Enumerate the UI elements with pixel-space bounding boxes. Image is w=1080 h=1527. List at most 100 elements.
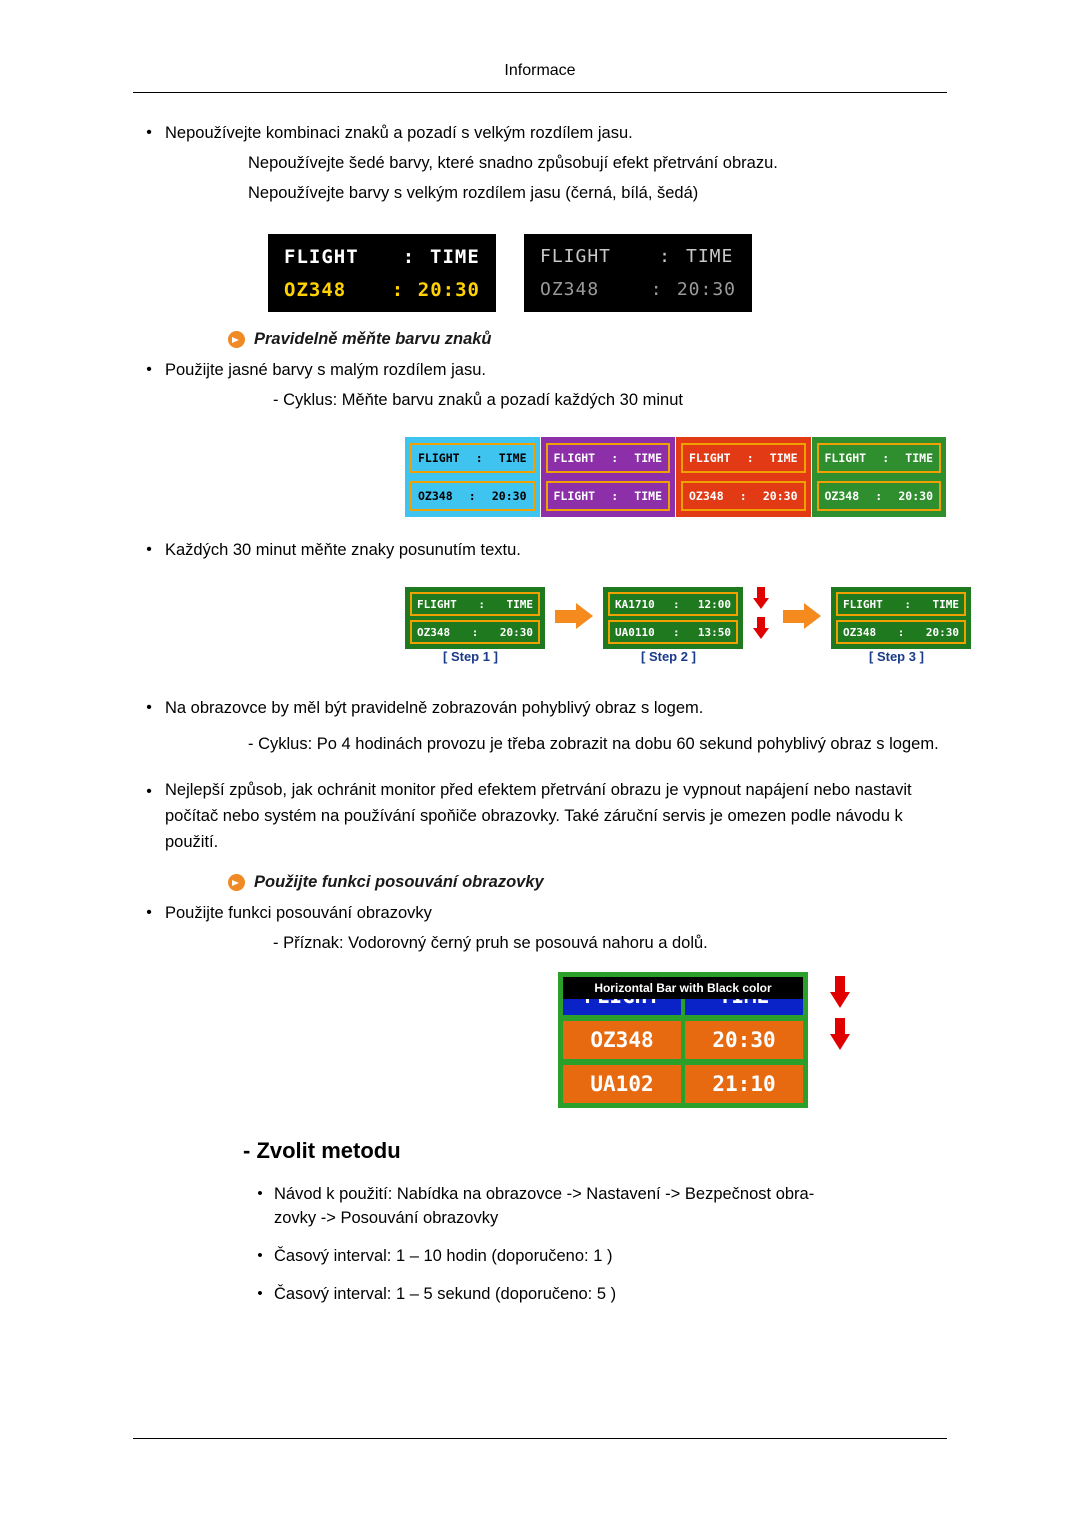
purple-row1-right: TIME	[634, 451, 662, 465]
power-bullet-text: Nejlepší způsob, jak ochránit monitor př…	[165, 781, 912, 851]
bullet-glyph: •	[257, 1247, 263, 1264]
bullet-glyph: •	[146, 699, 152, 716]
method-item-3-text: Časový interval: 1 – 5 sekund (doporučen…	[274, 1285, 617, 1303]
figure-contrast-boards: FLIGHT : TIME OZ348 : 20:30 FLIGHT : TIM…	[268, 234, 947, 312]
red-row1-left: FLIGHT	[689, 451, 731, 465]
red-row1-right: TIME	[769, 451, 798, 465]
cyan-row1-left: FLIGHT	[418, 451, 460, 465]
hbar-row2-left: OZ348	[563, 1021, 681, 1059]
footer-divider	[133, 1438, 947, 1439]
bullet-glyph: •	[257, 1185, 263, 1202]
change-color-bullet: • Použijte jasné barvy s malým rozdílem …	[133, 355, 947, 385]
step-2-box: KA1710 : 12:00 UA0110 : 13:50	[603, 587, 743, 649]
power-bullet: • Nejlepší způsob, jak ochránit monitor …	[133, 777, 947, 855]
purple-row2-right: TIME	[634, 489, 662, 503]
intro-bullet-1: • Nepoužívejte kombinaci znaků a pozadí …	[133, 118, 947, 148]
logo-sub-line: - Cyklus: Po 4 hodinách provozu je třeba…	[248, 735, 939, 753]
cyan-row1-sep: :	[475, 451, 483, 465]
step2-row2-sep: :	[673, 625, 680, 639]
method-item-2-text: Časový interval: 1 – 10 hodin (doporučen…	[274, 1247, 613, 1265]
section-heading-scroll: Použijte funkci posouvání obrazovky	[228, 873, 947, 892]
page-content: • Nepoužívejte kombinaci znaků a pozadí …	[133, 118, 971, 1320]
figure-shift-steps: FLIGHT : TIME OZ348 : 20:30 [ Step 1 ] K…	[405, 581, 971, 673]
step1-row2-right: 20:30	[499, 625, 533, 639]
method-item-3: • Časový interval: 1 – 5 sekund (doporuč…	[246, 1282, 947, 1306]
green-row1-right: TIME	[905, 451, 933, 465]
arrow-right-icon	[228, 874, 245, 891]
step2-row2-left: UA0110	[615, 625, 655, 639]
red-arrow-down-2-icon	[753, 617, 769, 639]
board-gray-flight-number: OZ348	[540, 279, 600, 300]
hbar-row3-left: UA102	[563, 1065, 681, 1103]
section-heading-change-color: Pravidelně měňte barvu znaků	[228, 330, 947, 349]
green-row2-sep: :	[875, 489, 883, 503]
green-row2-right: 20:30	[898, 489, 933, 503]
red-row1-sep: :	[746, 451, 754, 465]
method-list: • Návod k použití: Nabídka na obrazovce …	[133, 1182, 947, 1306]
page-header: Informace	[0, 62, 1080, 80]
logo-bullet: • Na obrazovce by měl být pravidelně zob…	[133, 693, 947, 723]
bullet-glyph: •	[146, 124, 152, 141]
red-arrow-down-1-icon	[753, 587, 769, 609]
cyan-row2-right: 20:30	[491, 489, 527, 503]
intro-bullet-1-text: Nepoužívejte kombinaci znaků a pozadí s …	[165, 124, 633, 142]
board-gray-flight-label: FLIGHT	[540, 246, 612, 267]
board-gray-sep-1: :	[659, 246, 671, 267]
hbar-red-arrow-2-icon	[830, 1018, 850, 1050]
scroll-sub-line: - Příznak: Vodorovný černý pruh se posou…	[273, 934, 708, 952]
header-divider	[133, 92, 947, 93]
step3-row1-right: TIME	[932, 597, 960, 611]
red-row2-right: 20:30	[762, 489, 798, 503]
step-3-label: [ Step 3 ]	[869, 649, 924, 664]
shift-text-bullet: • Každých 30 minut měňte znaky posunutím…	[133, 535, 947, 565]
shift-text-bullet-text: Každých 30 minut měňte znaky posunutím t…	[165, 541, 521, 559]
board-dark-time-value: 20:30	[417, 278, 480, 301]
purple-row1-sep: :	[611, 451, 619, 465]
hbar-row3-right: 21:10	[685, 1065, 803, 1103]
scroll-bullet-text: Použijte funkci posouvání obrazovky	[165, 904, 432, 922]
method-item-1-line-1: Návod k použití: Nabídka na obrazovce ->…	[274, 1185, 815, 1203]
step1-row2-sep: :	[471, 625, 479, 639]
color-panel-red: FLIGHT : TIME OZ348 : 20:30	[676, 437, 811, 517]
step3-row1-sep: :	[904, 597, 911, 611]
orange-arrow-2-icon	[783, 603, 823, 629]
bullet-glyph: •	[146, 541, 152, 558]
arrow-right-icon	[228, 331, 245, 348]
step1-row2-left: OZ348	[417, 625, 451, 639]
color-panel-cyan: FLIGHT : TIME OZ348 : 20:30	[405, 437, 540, 517]
step3-row2-sep: :	[897, 625, 905, 639]
change-color-sub-line: - Cyklus: Měňte barvu znaků a pozadí kaž…	[273, 391, 683, 409]
header-title: Informace	[504, 62, 576, 79]
bullet-glyph: •	[146, 783, 152, 800]
method-title: - Zvolit metodu	[243, 1138, 401, 1163]
logo-bullet-text: Na obrazovce by měl být pravidelně zobra…	[165, 699, 704, 717]
red-row2-sep: :	[739, 489, 747, 503]
step-1-label: [ Step 1 ]	[443, 649, 498, 664]
hbar-row2-right: 20:30	[685, 1021, 803, 1059]
red-row2-left: OZ348	[689, 489, 724, 503]
step2-row1-left: KA1710	[615, 597, 655, 611]
board-gray-sep-2: :	[650, 279, 663, 300]
board-dark-high-contrast: FLIGHT : TIME OZ348 : 20:30	[268, 234, 496, 312]
change-color-bullet-text: Použijte jasné barvy s malým rozdílem ja…	[165, 361, 486, 379]
intro-line-2: Nepoužívejte šedé barvy, které snadno zp…	[248, 154, 778, 172]
section-heading-change-color-label: Pravidelně měňte barvu znaků	[254, 330, 492, 348]
green-row2-left: OZ348	[824, 489, 860, 503]
cyan-row1-right: TIME	[498, 451, 527, 465]
board-dark-flight-number: OZ348	[284, 278, 347, 301]
board-gray-time-label: TIME	[686, 246, 734, 267]
section-heading-scroll-label: Použijte funkci posouvání obrazovky	[254, 873, 544, 891]
step2-row1-sep: :	[673, 597, 680, 611]
step3-row2-right: 20:30	[925, 625, 959, 639]
step2-row2-right: 13:50	[697, 625, 731, 639]
board-dark-sep-1: :	[402, 245, 416, 268]
board-dark-time-label: TIME	[430, 245, 480, 268]
purple-row1-left: FLIGHT	[553, 451, 596, 465]
step3-row2-left: OZ348	[843, 625, 877, 639]
figure-color-panels: FLIGHT : TIME OZ348 : 20:30 FLIGHT : TIM…	[405, 437, 947, 517]
purple-row2-sep: :	[611, 489, 619, 503]
color-panel-purple: FLIGHT : TIME FLIGHT : TIME	[540, 437, 675, 517]
hbar-red-arrow-1-icon	[830, 976, 850, 1008]
board-dark-sep-2: :	[391, 278, 405, 301]
board-gray-time-value: 20:30	[676, 279, 736, 300]
